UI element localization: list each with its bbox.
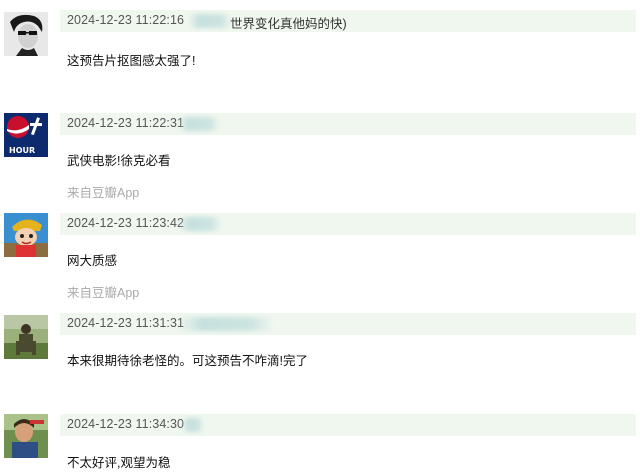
avatar-cartoon-boy-icon (4, 213, 48, 257)
avatar-portrait-icon (4, 12, 48, 56)
user-avatar[interactable] (4, 414, 48, 458)
user-avatar[interactable] (4, 12, 48, 56)
avatar-text: HOUR (9, 146, 35, 155)
redacted-username (182, 418, 204, 432)
avatar-pepsi-icon: HOUR (4, 113, 48, 157)
redacted-username (178, 117, 220, 131)
comment-timestamp: 2024-12-23 11:22:16 (67, 13, 185, 27)
comment-content: 武侠电影!徐克必看 (67, 154, 171, 168)
comment-content: 本来很期待徐老怪的。可这预告不咋滴!完了 (67, 354, 308, 368)
redacted-username (178, 217, 222, 231)
comment-content: 网大质感 (67, 254, 118, 268)
comment-timestamp: 2024-12-23 11:23:42 (67, 216, 185, 230)
comment-source: 来自豆瓣App (67, 186, 140, 200)
comment-timestamp: 2024-12-23 11:22:31 (67, 116, 185, 130)
comment-meta-bar: 2024-12-23 11:22:16 世界变化真他妈的快) (60, 10, 636, 32)
avatar-figure-in-field-icon (4, 315, 48, 359)
comment-content: 这预告片抠图感太强了! (67, 54, 196, 68)
redacted-username (188, 14, 232, 28)
comment-meta-bar: 2024-12-23 11:31:31 (60, 313, 636, 335)
comment-timestamp: 2024-12-23 11:31:31 (67, 316, 185, 330)
comment-content: 不太好评,观望为稳 (67, 456, 171, 470)
comment-meta-bar: 2024-12-23 11:22:31 (60, 113, 636, 135)
comment-meta-bar: 2024-12-23 11:34:30 (60, 414, 636, 436)
comment-timestamp: 2024-12-23 11:34:30 (67, 417, 185, 431)
comment-username[interactable]: 世界变化真他妈的快) (230, 13, 347, 32)
comment-source: 来自豆瓣App (67, 286, 140, 300)
redacted-username (178, 317, 274, 331)
avatar-person-outdoor-icon (4, 414, 48, 458)
user-avatar[interactable] (4, 213, 48, 257)
user-avatar[interactable] (4, 315, 48, 359)
comment-meta-bar: 2024-12-23 11:23:42 (60, 213, 636, 235)
user-avatar[interactable]: HOUR (4, 113, 48, 157)
